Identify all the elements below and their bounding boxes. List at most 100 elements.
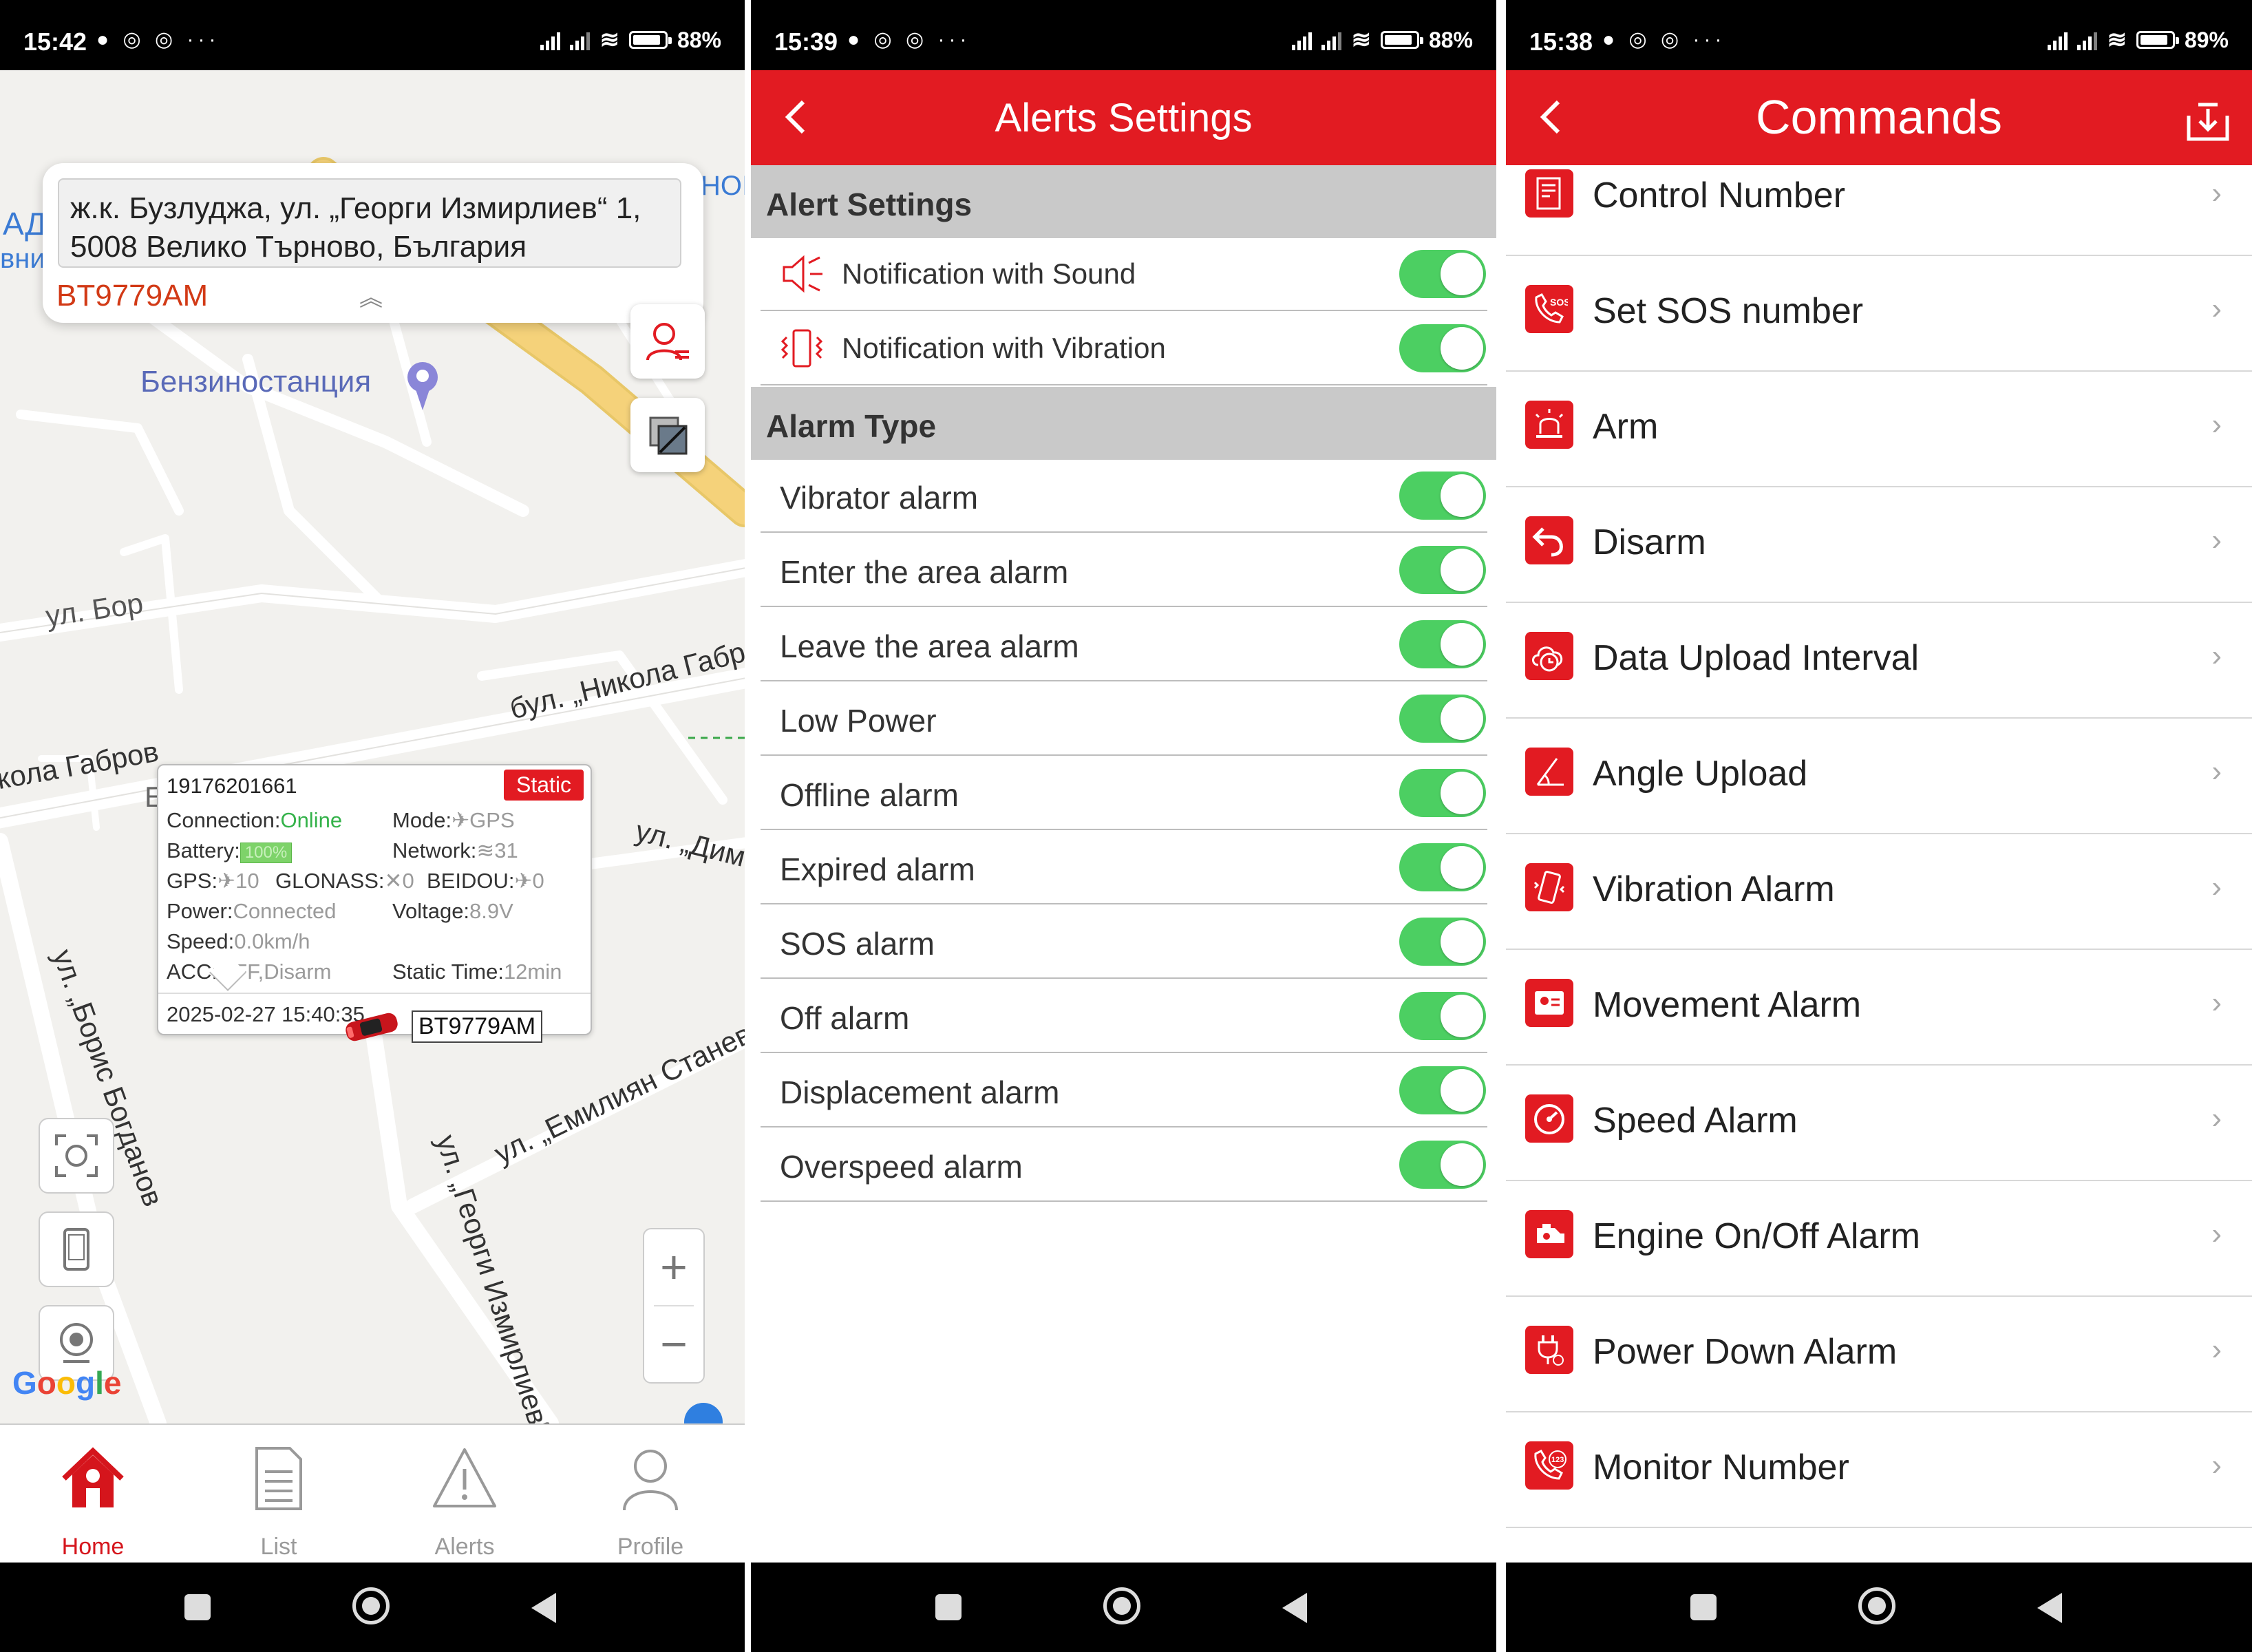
map-label-ad: АД — [3, 206, 47, 242]
alarm-toggle[interactable] — [1399, 695, 1486, 743]
collapse-icon[interactable]: ︽ — [359, 279, 383, 313]
command-row[interactable]: Arm › — [1506, 372, 2252, 487]
notification-icons: ● ◎ ◎ ··· — [847, 28, 971, 51]
chevron-right-icon: › — [2211, 639, 2222, 673]
command-row[interactable]: Data Upload Interval › — [1506, 603, 2252, 719]
chevron-right-icon: › — [2211, 407, 2222, 441]
device-info-popup[interactable]: 19176201661 Static Connection:Online Mod… — [157, 764, 592, 1035]
document-icon — [1525, 169, 1573, 218]
beidou-row: BEIDOU:✈0 — [427, 869, 544, 893]
recents-button[interactable] — [935, 1594, 962, 1620]
alarm-label: Enter the area alarm — [780, 554, 1069, 590]
battery-fill — [2140, 35, 2167, 45]
alarm-toggle[interactable] — [1399, 769, 1486, 817]
address-card[interactable]: ж.к. Бузлуджа, ул. „Георги Измирлиев“ 1,… — [43, 163, 703, 323]
wifi-icon: ≋ — [1351, 27, 1371, 53]
toggle-knob — [1441, 327, 1483, 370]
toggle-knob — [1441, 697, 1483, 740]
chevron-right-icon: › — [2211, 523, 2222, 557]
system-nav-bar — [0, 1563, 745, 1652]
alarm-toggle[interactable] — [1399, 918, 1486, 966]
command-row[interactable]: Angle Upload › — [1506, 719, 2252, 834]
voltage-label: Voltage: — [392, 899, 470, 923]
command-row[interactable]: 123 Monitor Number › — [1506, 1412, 2252, 1528]
map-view[interactable]: Бензиностанция ул. Бор бул. „Никола Габр… — [0, 70, 745, 1423]
status-badge: Static — [503, 770, 584, 801]
engine-icon — [1525, 1210, 1573, 1258]
movement-card-icon — [1525, 979, 1573, 1027]
recents-button[interactable] — [1690, 1594, 1717, 1620]
alerts-settings-screen: 15:39 ● ◎ ◎ ··· ≋ 88% Alerts Settings Al… — [751, 0, 1496, 1652]
app-header: Commands — [1506, 70, 2252, 165]
sos-phone-icon: SOS — [1525, 285, 1573, 333]
download-icon[interactable] — [2185, 99, 2231, 143]
notification-row: Notification with Sound — [761, 238, 1487, 311]
command-label: Angle Upload — [1593, 754, 1808, 794]
alarm-toggle[interactable] — [1399, 472, 1486, 520]
command-row[interactable]: Power Down Alarm › — [1506, 1297, 2252, 1412]
command-row[interactable]: Movement Alarm › — [1506, 950, 2252, 1066]
zoom-in-button[interactable]: + — [644, 1229, 703, 1305]
section-title: Alert Settings — [766, 187, 973, 222]
recents-button[interactable] — [184, 1594, 211, 1620]
power-value: Connected — [233, 899, 337, 923]
satellite-icon: ✈ — [452, 808, 470, 832]
home-button[interactable] — [1103, 1587, 1140, 1624]
battery-percent: 89% — [2184, 27, 2229, 52]
alarm-toggle[interactable] — [1399, 1066, 1486, 1114]
command-row[interactable]: Speed Alarm › — [1506, 1066, 2252, 1181]
network-value: 31 — [494, 838, 518, 862]
page-title: Alerts Settings — [995, 96, 1253, 140]
command-row[interactable]: Control Number › — [1506, 165, 2252, 256]
user-location-button[interactable] — [630, 304, 705, 379]
toggle-knob — [1441, 253, 1483, 295]
command-row[interactable]: SOS Set SOS number › — [1506, 256, 2252, 372]
command-label: Power Down Alarm — [1593, 1332, 1898, 1372]
alarm-toggle[interactable] — [1399, 620, 1486, 668]
alarm-row: Low Power — [761, 683, 1487, 756]
back-button[interactable] — [531, 1593, 556, 1623]
zoom-out-button[interactable]: − — [644, 1306, 703, 1382]
tab-profile-label: Profile — [617, 1534, 684, 1560]
command-row[interactable]: Disarm › — [1506, 487, 2252, 603]
phone-locate-button[interactable] — [39, 1211, 114, 1287]
map-layer-button[interactable] — [630, 398, 705, 472]
chevron-right-icon: › — [2211, 1217, 2222, 1251]
network-label: Network: — [392, 838, 477, 862]
wifi-icon: ≋ — [599, 27, 619, 53]
command-row[interactable]: Engine On/Off Alarm › — [1506, 1181, 2252, 1297]
back-button[interactable] — [2037, 1593, 2062, 1623]
beidou-label: BEIDOU: — [427, 869, 515, 893]
signal-icon-2 — [2077, 30, 2098, 50]
command-label: Monitor Number — [1593, 1448, 1849, 1487]
notification-toggle[interactable] — [1399, 324, 1486, 372]
satellite-icon: ✈ — [514, 869, 533, 893]
command-row[interactable]: Vibration Alarm › — [1506, 834, 2252, 950]
screenshot-button[interactable] — [39, 1118, 114, 1194]
tab-profile[interactable]: Profile — [557, 1425, 743, 1564]
alarm-row: Enter the area alarm — [761, 534, 1487, 607]
home-button[interactable] — [352, 1587, 390, 1624]
alarm-row: Vibrator alarm — [761, 460, 1487, 533]
status-time: 15:38 — [1529, 28, 1593, 56]
back-button[interactable] — [1282, 1593, 1307, 1623]
battery-percent: 88% — [1428, 27, 1473, 52]
battery-label: Battery: — [167, 838, 240, 862]
tab-alerts[interactable]: Alerts — [372, 1425, 557, 1564]
network-row: Network:≋31 — [392, 838, 518, 863]
alarm-toggle[interactable] — [1399, 843, 1486, 891]
gps-row: GPS:✈10 — [167, 869, 259, 893]
command-label: Speed Alarm — [1593, 1101, 1798, 1141]
static-time-row: Static Time:12min — [392, 960, 562, 984]
toggle-knob — [1441, 549, 1483, 591]
alarm-label: Low Power — [780, 703, 937, 739]
alarm-toggle[interactable] — [1399, 546, 1486, 594]
notification-toggle[interactable] — [1399, 250, 1486, 298]
alarm-toggle[interactable] — [1399, 992, 1486, 1040]
notification-row: Notification with Vibration — [761, 313, 1487, 385]
alarm-toggle[interactable] — [1399, 1141, 1486, 1189]
tab-home[interactable]: Home — [0, 1425, 186, 1564]
tab-list[interactable]: List — [186, 1425, 372, 1564]
signal-icon-2 — [570, 30, 591, 50]
home-button[interactable] — [1858, 1587, 1895, 1624]
